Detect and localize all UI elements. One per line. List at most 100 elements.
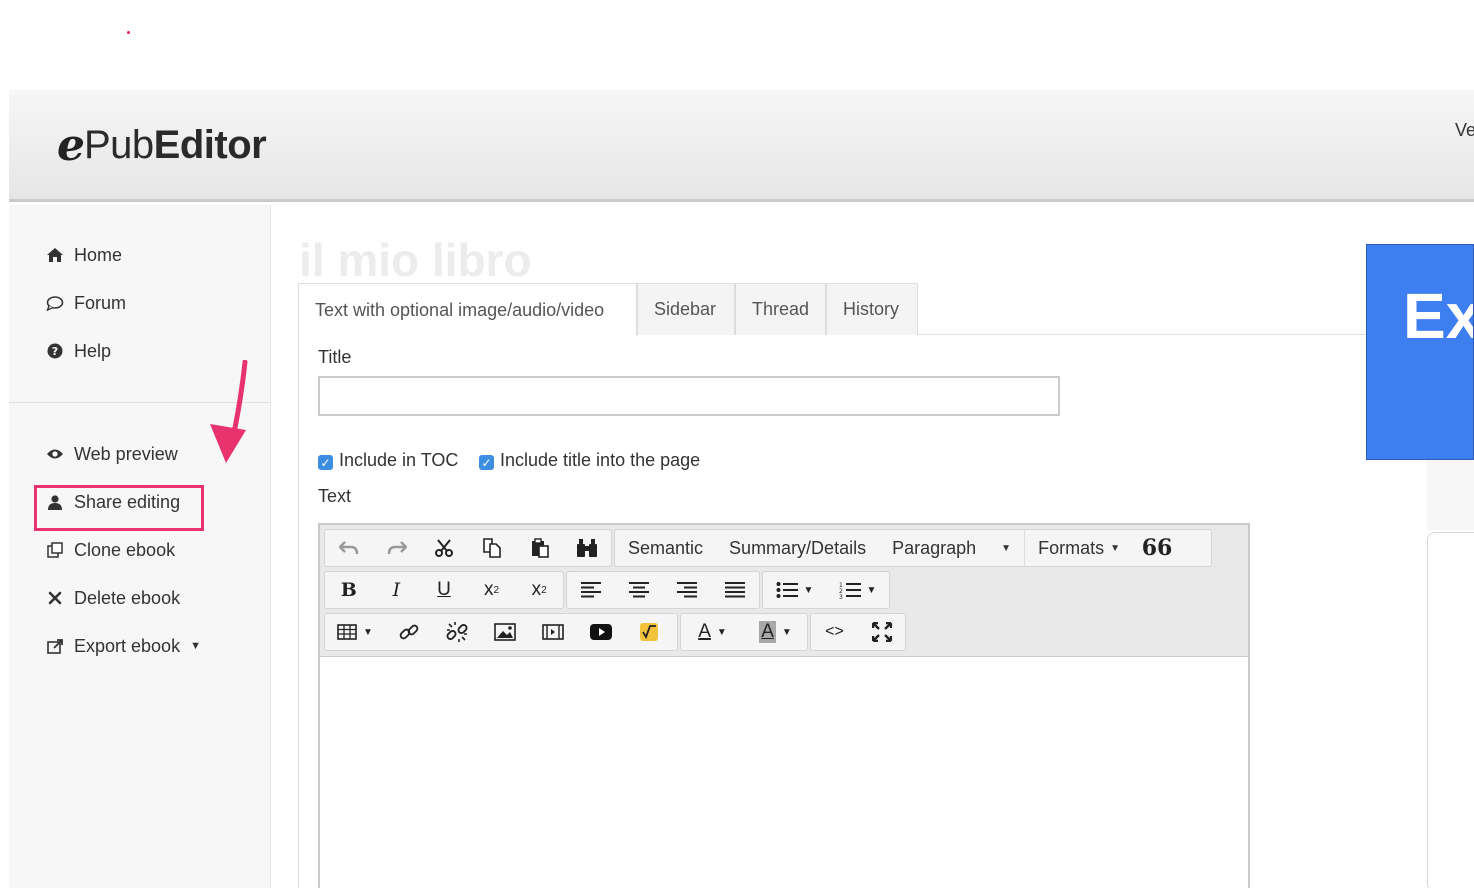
export-panel-text: Ex [1403, 280, 1474, 352]
align-justify-icon[interactable] [711, 572, 759, 608]
sidebar-item-label: Help [74, 340, 112, 361]
svg-text:3: 3 [839, 594, 843, 599]
sidebar-item-label: Clone ebook [74, 539, 176, 560]
blockquote-icon[interactable]: 66 [1133, 530, 1181, 566]
redo-icon[interactable] [373, 530, 421, 566]
unlink-icon[interactable] [433, 614, 481, 650]
include-title-checkbox[interactable]: ✓ Include title into the page [479, 450, 700, 471]
check-icon: ✓ [318, 455, 333, 470]
sidebar-item-clone-ebook[interactable]: Clone ebook [45, 536, 175, 564]
right-shade [1427, 460, 1474, 530]
check-icon: ✓ [479, 455, 494, 470]
semantic-button[interactable]: Semantic [615, 530, 716, 566]
page: e PubEditor Ve Home Forum ? Help Web pre… [0, 0, 1474, 888]
tab-thread[interactable]: Thread [735, 283, 826, 335]
export-panel[interactable]: Ex [1366, 244, 1474, 460]
formats-dropdown[interactable]: Formats ▼ [1025, 530, 1133, 566]
summary-details-button[interactable]: Summary/Details [716, 530, 879, 566]
sidebar-item-help[interactable]: ? Help [45, 337, 111, 365]
paragraph-select[interactable]: Paragraph ▼ [879, 530, 1026, 566]
rich-text-editor: Semantic Summary/Details Paragraph ▼ Form… [318, 523, 1250, 888]
find-replace-icon[interactable] [563, 530, 611, 566]
toolbar-group-insert: ▼ [324, 613, 678, 651]
sidebar-item-label: Forum [74, 292, 127, 313]
question-icon: ? [45, 343, 65, 359]
link-icon[interactable] [385, 614, 433, 650]
bullet-list-icon[interactable]: ▼ [763, 572, 826, 608]
chevron-down-icon: ▼ [716, 626, 727, 638]
app-header: e PubEditor Ve [9, 90, 1474, 202]
align-center-icon[interactable] [615, 572, 663, 608]
chevron-down-icon: ▼ [190, 640, 201, 652]
include-toc-checkbox[interactable]: ✓ Include in TOC [318, 450, 458, 471]
align-left-icon[interactable] [567, 572, 615, 608]
youtube-icon[interactable] [577, 614, 625, 650]
sidebar-item-label: Web preview [74, 443, 178, 464]
text-color-icon: A [698, 621, 711, 642]
tab-text[interactable]: Text with optional image/audio/video [298, 283, 637, 336]
chevron-down-icon: ▼ [803, 584, 814, 596]
comment-icon [45, 295, 65, 311]
sidebar-item-export-ebook[interactable]: Export ebook ▼ [45, 632, 201, 660]
dot-marker [127, 31, 130, 34]
share-editing-highlight [34, 485, 204, 531]
header-right-text[interactable]: Ve [1455, 120, 1474, 141]
app-logo[interactable]: e PubEditor [57, 120, 267, 171]
sidebar-item-delete-ebook[interactable]: Delete ebook [45, 584, 180, 612]
underline-button[interactable]: U [420, 572, 468, 608]
editor-toolbar: Semantic Summary/Details Paragraph ▼ Form… [320, 525, 1248, 657]
paste-icon[interactable] [516, 530, 564, 566]
sidebar: Home Forum ? Help Web preview Share edit… [9, 205, 271, 888]
italic-button[interactable]: I [373, 572, 421, 608]
undo-icon[interactable] [325, 530, 373, 566]
video-icon[interactable] [529, 614, 577, 650]
text-color-button[interactable]: A ▼ [681, 614, 744, 650]
logo-text-bold: Editor [153, 122, 267, 167]
chevron-down-icon: ▼ [781, 626, 792, 638]
tab-sidebar[interactable]: Sidebar [637, 283, 735, 335]
formats-label: Formats [1038, 537, 1105, 558]
chevron-down-icon: ▼ [1001, 542, 1012, 554]
chevron-down-icon: ▼ [363, 626, 373, 638]
cut-icon[interactable] [420, 530, 468, 566]
editor-content-area[interactable] [320, 657, 1248, 888]
toolbar-group-edit [324, 529, 612, 567]
source-code-icon[interactable]: <> [811, 614, 858, 650]
logo-text: PubEditor [84, 122, 267, 168]
title-label: Title [318, 347, 352, 367]
align-right-icon[interactable] [663, 572, 711, 608]
background-color-button[interactable]: A ▼ [744, 614, 807, 650]
svg-text:?: ? [52, 345, 58, 358]
table-icon[interactable]: ▼ [325, 614, 385, 650]
annotation-arrow [210, 360, 248, 463]
fullscreen-icon[interactable] [858, 614, 905, 650]
chevron-down-icon: ▼ [1110, 542, 1120, 554]
superscript-icon[interactable]: x2 [515, 572, 563, 608]
sidebar-item-label: Home [74, 244, 123, 265]
include-toc-label: Include in TOC [339, 450, 459, 470]
copy-icon[interactable] [468, 530, 516, 566]
bold-button[interactable]: B [325, 572, 373, 608]
tab-bar: Text with optional image/audio/video Sid… [298, 283, 1398, 336]
tab-history[interactable]: History [826, 283, 918, 335]
book-title: il mio libro [299, 234, 532, 286]
subscript-icon[interactable]: x2 [468, 572, 516, 608]
toolbar-group-format: Semantic Summary/Details Paragraph ▼ Form… [614, 529, 1212, 567]
toolbar-group-view: <> [810, 613, 906, 651]
sidebar-item-home[interactable]: Home [45, 241, 122, 269]
image-icon[interactable] [481, 614, 529, 650]
toolbar-group-text-style: B I U x2 x2 [324, 571, 564, 609]
main-content: il mio libro Text with optional image/au… [272, 205, 1474, 888]
home-icon [45, 248, 65, 262]
numbered-list-icon[interactable]: 123 ▼ [826, 572, 889, 608]
sidebar-item-forum[interactable]: Forum [45, 289, 126, 317]
right-card [1427, 532, 1474, 888]
toolbar-group-align [566, 571, 760, 609]
title-input[interactable] [318, 376, 1060, 416]
export-icon [45, 638, 65, 654]
math-formula-icon[interactable] [625, 614, 673, 650]
close-icon [45, 591, 65, 605]
sidebar-item-web-preview[interactable]: Web preview [45, 440, 178, 468]
include-title-label: Include title into the page [500, 450, 701, 470]
top-strip [0, 0, 1474, 90]
